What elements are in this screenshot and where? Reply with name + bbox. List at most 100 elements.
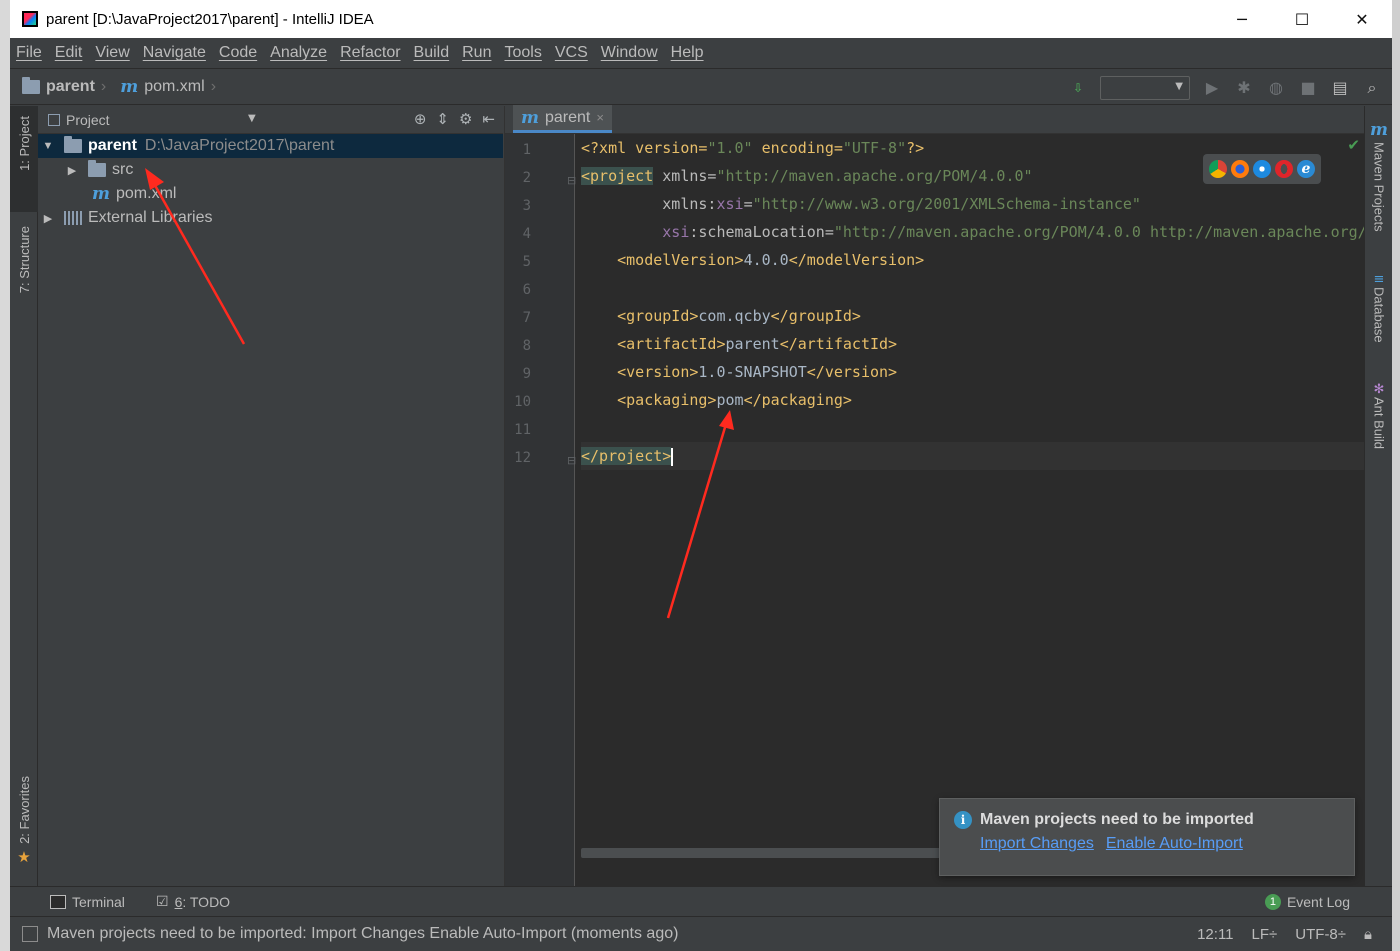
menu-build[interactable]: Build bbox=[414, 44, 450, 62]
safari-icon[interactable] bbox=[1253, 160, 1271, 178]
ide-window: parent [D:\JavaProject2017\parent] - Int… bbox=[10, 0, 1392, 951]
tool-tab-project[interactable]: 1: Project bbox=[10, 106, 38, 212]
menu-code[interactable]: Code bbox=[219, 44, 257, 62]
bottom-tool-bar: Terminal ☑ 6 : TODO 1 Event Log bbox=[10, 886, 1392, 916]
debug-icon[interactable]: ✱ bbox=[1234, 78, 1254, 97]
editor-tab-pom[interactable]: m parent × bbox=[513, 105, 612, 133]
breadcrumb-separator: › bbox=[210, 77, 217, 95]
opera-icon[interactable] bbox=[1275, 160, 1293, 178]
expand-down-icon[interactable]: ▼ bbox=[42, 140, 54, 152]
fold-icon[interactable]: ⊟ bbox=[567, 454, 576, 467]
lock-icon[interactable]: 🔒︎ bbox=[1364, 926, 1372, 943]
horizontal-scrollbar[interactable] bbox=[581, 848, 951, 858]
expand-right-icon[interactable]: ▶ bbox=[66, 164, 78, 177]
minimize-button[interactable]: ─ bbox=[1212, 0, 1272, 38]
tool-tab-project-label: 1: Project bbox=[16, 116, 32, 171]
todo-icon: ☑ bbox=[156, 893, 169, 909]
breadcrumb-file[interactable]: m pom.xml › bbox=[120, 77, 216, 97]
tree-item-parent-path: D:\JavaProject2017\parent bbox=[144, 137, 335, 154]
menu-refactor[interactable]: Refactor bbox=[340, 44, 400, 62]
chrome-icon[interactable] bbox=[1209, 160, 1227, 178]
tree-item-parent[interactable]: ▼ parent D:\JavaProject2017\parent bbox=[38, 134, 503, 158]
line-number: 10 bbox=[514, 394, 531, 410]
hide-panel-icon[interactable]: ⇤ bbox=[482, 110, 495, 128]
menu-window[interactable]: Window bbox=[601, 44, 658, 62]
stop-icon[interactable]: ■ bbox=[1298, 78, 1318, 97]
chevron-down-icon[interactable]: ▼ bbox=[248, 113, 256, 124]
import-changes-link[interactable]: Import Changes bbox=[980, 835, 1094, 853]
todo-label: : TODO bbox=[182, 893, 231, 910]
tool-tab-favorites[interactable]: 2: Favorites ★ bbox=[10, 776, 38, 866]
menu-navigate[interactable]: Navigate bbox=[143, 44, 206, 62]
code-content[interactable]: <?xml version="1.0" encoding="UTF-8"?> <… bbox=[581, 134, 1367, 886]
window-title: parent [D:\JavaProject2017\parent] - Int… bbox=[46, 10, 374, 28]
editor-area: m parent × 1 2 3 4 5 6 7 8 9 10 11 12 ⊟ … bbox=[504, 105, 1367, 886]
breadcrumb-project[interactable]: parent › bbox=[22, 76, 107, 96]
tool-tab-structure[interactable]: 7: Structure bbox=[10, 226, 38, 293]
project-view-label[interactable]: Project bbox=[66, 112, 110, 128]
background-desktop-left bbox=[0, 0, 10, 951]
caret-position[interactable]: 12:11 bbox=[1197, 926, 1233, 943]
tool-tab-structure-label: 7: Structure bbox=[16, 226, 32, 294]
tree-item-parent-label: parent bbox=[88, 137, 137, 154]
firefox-icon[interactable] bbox=[1231, 160, 1249, 178]
terminal-button[interactable]: Terminal bbox=[50, 894, 125, 910]
tool-tab-maven-projects[interactable]: m Maven Projects bbox=[1365, 120, 1393, 232]
menu-help[interactable]: Help bbox=[671, 44, 704, 62]
coverage-icon[interactable]: ◍ bbox=[1266, 78, 1286, 97]
menu-file[interactable]: File bbox=[16, 44, 42, 62]
tool-tab-database[interactable]: ≡ Database bbox=[1365, 272, 1393, 343]
menu-tools[interactable]: Tools bbox=[504, 44, 541, 62]
locate-icon[interactable]: ⊕ bbox=[414, 110, 427, 128]
status-message[interactable]: Maven projects need to be imported: Impo… bbox=[47, 925, 678, 943]
code-line-current: </project> bbox=[581, 442, 1365, 470]
background-desktop-right bbox=[1392, 0, 1400, 951]
tool-windows-toggle-icon[interactable] bbox=[22, 926, 38, 942]
tool-tab-ant-build[interactable]: ✻ Ant Build bbox=[1365, 382, 1393, 449]
menu-analyze[interactable]: Analyze bbox=[270, 44, 327, 62]
tree-item-external-libraries[interactable]: ▶ External Libraries bbox=[38, 206, 503, 230]
file-encoding[interactable]: UTF-8÷ bbox=[1295, 926, 1346, 943]
line-number: 4 bbox=[522, 226, 531, 242]
menu-run[interactable]: Run bbox=[462, 44, 491, 62]
library-icon bbox=[64, 211, 82, 225]
menu-view[interactable]: View bbox=[95, 44, 129, 62]
tree-item-pom[interactable]: m pom.xml bbox=[38, 182, 503, 206]
menu-vcs[interactable]: VCS bbox=[555, 44, 588, 62]
build-project-icon[interactable]: ⇩ bbox=[1068, 81, 1088, 95]
todo-button[interactable]: ☑ 6 : TODO bbox=[156, 893, 230, 910]
star-icon: ★ bbox=[17, 847, 31, 866]
line-number: 2 bbox=[522, 170, 531, 186]
right-tool-strip: m Maven Projects ≡ Database ✻ Ant Build bbox=[1364, 106, 1392, 886]
text-caret bbox=[671, 447, 674, 466]
collapse-all-icon[interactable]: ⇕ bbox=[436, 110, 449, 128]
tree-item-src[interactable]: ▶ src bbox=[38, 158, 503, 182]
title-bar: parent [D:\JavaProject2017\parent] - Int… bbox=[10, 0, 1392, 38]
maximize-button[interactable]: ☐ bbox=[1272, 0, 1332, 38]
code-line: xsi:schemaLocation="http://maven.apache.… bbox=[662, 223, 1367, 241]
folder-icon bbox=[88, 160, 106, 177]
navigation-bar: parent › m pom.xml › ⇩ ▶ ✱ ◍ ■ ▤ ⌕ bbox=[10, 68, 1392, 105]
tool-tab-database-label: Database bbox=[1371, 287, 1387, 343]
breadcrumb-separator: › bbox=[100, 77, 107, 95]
event-log-button[interactable]: 1 Event Log bbox=[1264, 893, 1350, 910]
search-icon[interactable]: ⌕ bbox=[1362, 78, 1382, 98]
fold-icon[interactable]: ⊟ bbox=[567, 174, 576, 187]
run-icon[interactable]: ▶ bbox=[1202, 78, 1222, 97]
breadcrumb-file-label: pom.xml bbox=[144, 77, 205, 95]
project-structure-icon[interactable]: ▤ bbox=[1330, 78, 1350, 97]
close-button[interactable]: ✕ bbox=[1332, 0, 1392, 38]
code-line: <modelVersion>4.0.0</modelVersion> bbox=[581, 251, 925, 269]
close-tab-icon[interactable]: × bbox=[596, 110, 604, 125]
ie-icon[interactable]: e bbox=[1297, 160, 1315, 178]
enable-auto-import-link[interactable]: Enable Auto-Import bbox=[1106, 835, 1243, 853]
menu-edit[interactable]: Edit bbox=[55, 44, 83, 62]
intellij-icon bbox=[22, 11, 38, 27]
event-count-badge: 1 bbox=[1264, 893, 1281, 910]
folder-icon bbox=[22, 76, 40, 94]
run-configuration-select[interactable] bbox=[1100, 75, 1190, 100]
code-line: <artifactId>parent</artifactId> bbox=[581, 335, 898, 353]
line-separator[interactable]: LF÷ bbox=[1252, 926, 1278, 943]
expand-right-icon[interactable]: ▶ bbox=[42, 212, 54, 225]
gear-icon[interactable]: ⚙ bbox=[459, 110, 472, 128]
